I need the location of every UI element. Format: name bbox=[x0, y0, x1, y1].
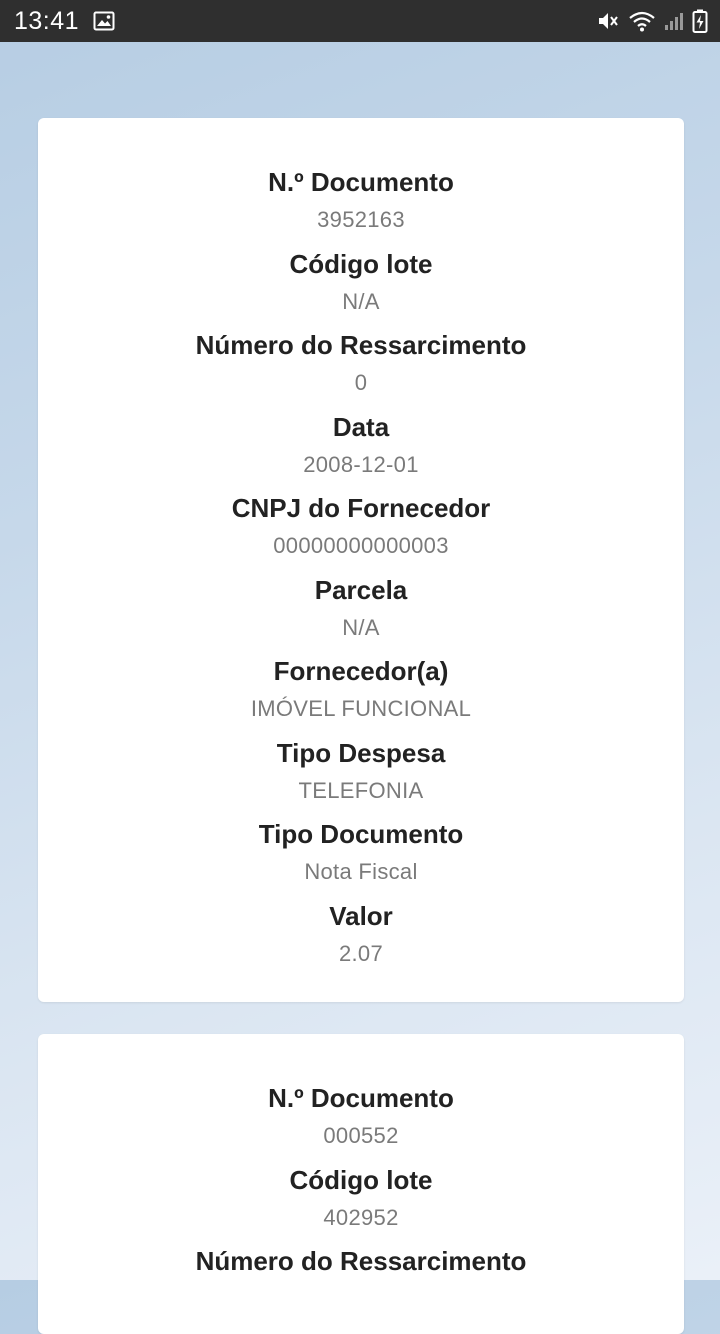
field-label: Parcela bbox=[314, 574, 408, 605]
record-card: N.º Documento 000552 Código lote 402952 … bbox=[38, 1034, 684, 1334]
field-document-number: N.º Documento 000552 bbox=[38, 1080, 684, 1162]
field-supplier: Fornecedor(a) IMÓVEL FUNCIONAL bbox=[38, 653, 684, 735]
field-value: 2008-12-01 bbox=[303, 451, 419, 477]
field-value: 0 bbox=[354, 370, 368, 395]
field-label: Tipo Despesa bbox=[276, 737, 446, 768]
field-label: Número do Ressarcimento bbox=[195, 1246, 527, 1276]
field-value: 2.07 bbox=[338, 940, 384, 966]
field-label: Código lote bbox=[289, 1164, 433, 1195]
field-value: 3952163 bbox=[317, 207, 405, 232]
field-label: Código lote bbox=[289, 248, 433, 279]
field-amount: Valor 2.07 bbox=[38, 898, 684, 980]
field-supplier-cnpj: CNPJ do Fornecedor 00000000000003 bbox=[38, 490, 684, 572]
status-bar-right bbox=[596, 9, 708, 33]
mute-icon bbox=[596, 10, 620, 32]
wifi-icon bbox=[628, 10, 656, 32]
field-document-number: N.º Documento 3952163 bbox=[38, 164, 684, 246]
field-label: Número do Ressarcimento bbox=[195, 330, 527, 360]
field-label: N.º Documento bbox=[268, 167, 454, 197]
field-reimbursement-number: Número do Ressarcimento 0 bbox=[38, 327, 684, 409]
field-label: CNPJ do Fornecedor bbox=[231, 493, 491, 523]
field-label: Valor bbox=[329, 900, 393, 931]
field-date: Data 2008-12-01 bbox=[38, 409, 684, 491]
field-label: Tipo Documento bbox=[258, 819, 464, 849]
record-card: N.º Documento 3952163 Código lote N/A Nú… bbox=[38, 118, 684, 1002]
field-reimbursement-number: Número do Ressarcimento bbox=[38, 1243, 684, 1325]
field-label: N.º Documento bbox=[268, 1083, 454, 1113]
field-batch-code: Código lote 402952 bbox=[38, 1162, 684, 1244]
status-bar: 13:41 bbox=[0, 0, 720, 42]
field-value: 402952 bbox=[323, 1204, 399, 1230]
field-value: IMÓVEL FUNCIONAL bbox=[250, 696, 472, 721]
field-expense-type: Tipo Despesa TELEFONIA bbox=[38, 735, 684, 817]
field-value bbox=[38, 1279, 684, 1319]
field-document-type: Tipo Documento Nota Fiscal bbox=[38, 816, 684, 898]
field-value: Nota Fiscal bbox=[304, 859, 418, 884]
field-value: 000552 bbox=[323, 1123, 399, 1148]
battery-charging-icon bbox=[692, 9, 708, 33]
field-value: TELEFONIA bbox=[298, 777, 424, 803]
image-icon bbox=[93, 11, 115, 31]
status-bar-left: 13:41 bbox=[14, 7, 115, 36]
signal-icon bbox=[664, 11, 684, 31]
field-label: Data bbox=[332, 411, 390, 442]
field-installment: Parcela N/A bbox=[38, 572, 684, 654]
status-time: 13:41 bbox=[14, 6, 80, 35]
field-value: N/A bbox=[342, 614, 380, 640]
field-value: 00000000000003 bbox=[273, 533, 449, 558]
field-value: N/A bbox=[342, 288, 380, 314]
field-batch-code: Código lote N/A bbox=[38, 246, 684, 328]
field-label: Fornecedor(a) bbox=[273, 656, 449, 686]
